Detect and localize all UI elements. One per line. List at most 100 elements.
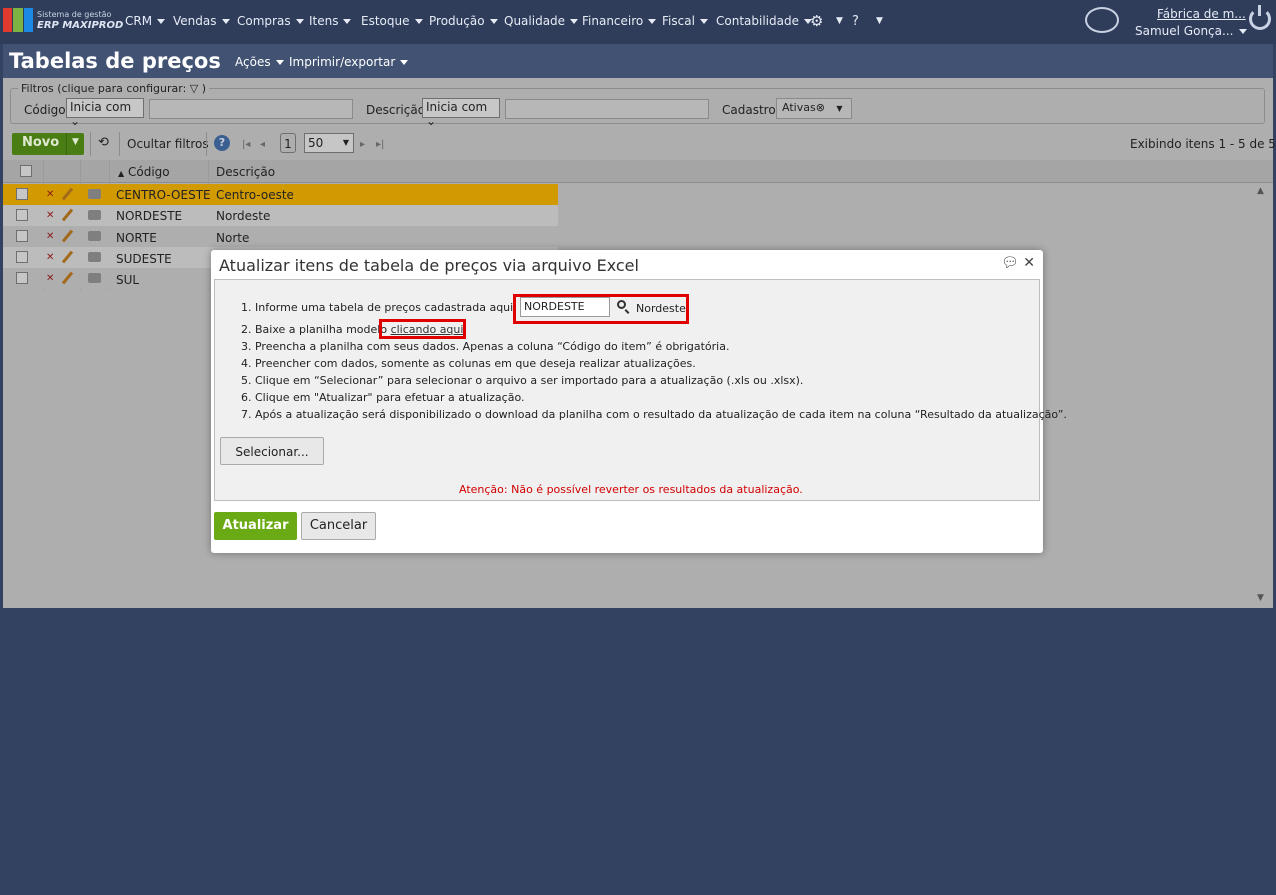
row-code: SUL (116, 273, 140, 287)
desc-filter-mode[interactable]: Inicia com ⌄ (422, 98, 500, 128)
top-navbar: Sistema de gestão ERP MAXIPROD CRM Venda… (0, 0, 1276, 44)
row-checkbox[interactable] (16, 272, 28, 284)
nav-contabilidade[interactable]: Contabilidade (716, 14, 812, 28)
desc-filter-input[interactable] (505, 99, 709, 119)
nav-fiscal[interactable]: Fiscal (662, 14, 708, 28)
step-4: 4. Preencher com dados, somente as colun… (241, 357, 696, 370)
prev-page-icon[interactable]: ◂ (260, 139, 265, 150)
actions-menu[interactable]: Ações (235, 55, 284, 69)
funnel-icon: ▽ (189, 82, 199, 95)
step-5: 5. Clique em “Selecionar” para seleciona… (241, 374, 804, 387)
row-desc: Centro-oeste (216, 188, 294, 202)
close-icon[interactable]: ✕ (1023, 255, 1035, 271)
power-icon[interactable] (1249, 5, 1271, 30)
comment-icon[interactable]: 💬︎ (1001, 255, 1019, 271)
chevron-down-icon: ⌄ (426, 114, 437, 128)
update-button[interactable]: Atualizar (214, 512, 297, 540)
table-row[interactable] (3, 205, 558, 226)
sort-asc-icon: ▲ (118, 169, 125, 178)
divider (206, 132, 207, 156)
nav-estoque[interactable]: Estoque (361, 14, 423, 28)
nav-vendas[interactable]: Vendas (173, 14, 230, 28)
row-code: NORDESTE (116, 209, 183, 223)
grid-header (3, 160, 1273, 183)
user-menu[interactable]: Samuel Gonça... (1135, 24, 1247, 38)
print-icon[interactable] (88, 273, 101, 283)
print-export-menu[interactable]: Imprimir/exportar (289, 55, 408, 69)
page-size-select[interactable]: 50 ▼ (304, 133, 354, 153)
new-button[interactable]: Novo ▼ (12, 133, 84, 155)
table-row[interactable] (3, 226, 558, 247)
page-number-input[interactable]: 1 (280, 133, 296, 153)
dialog-body: 1. Informe uma tabela de preços cadastra… (214, 279, 1067, 501)
cancel-button[interactable]: Cancelar (301, 512, 376, 540)
dialog-header-icons: 💬︎ ✕ (1001, 255, 1035, 271)
page-titlebar: Tabelas de preços Ações Imprimir/exporta… (3, 44, 1273, 78)
status-filter-label: Cadastro (722, 103, 776, 117)
col-desc-header[interactable]: Descrição (216, 165, 275, 179)
price-table-code-input[interactable]: NORDESTE (520, 297, 610, 317)
items-count: Exibindo itens 1 - 5 de 5 (1130, 137, 1276, 151)
help-dropdown-icon[interactable]: ▼ (876, 16, 883, 26)
step-7: 7. Após a atualização será disponibiliza… (241, 408, 1067, 421)
row-desc: Norte (216, 231, 250, 245)
row-checkbox[interactable] (16, 230, 28, 242)
maxiprod-logo[interactable] (3, 8, 33, 32)
row-code: SUDESTE (116, 252, 172, 266)
divider (90, 132, 91, 156)
print-icon[interactable] (88, 252, 101, 262)
row-checkbox[interactable] (16, 188, 28, 200)
search-icon[interactable] (617, 300, 626, 309)
nav-compras[interactable]: Compras (237, 14, 304, 28)
print-icon[interactable] (88, 231, 101, 241)
filters-legend[interactable]: Filtros (clique para configurar: ▽ ) (18, 82, 210, 95)
row-checkbox[interactable] (16, 209, 28, 221)
logo-text: Sistema de gestão ERP MAXIPROD (37, 10, 124, 31)
gear-dropdown-icon[interactable]: ▼ (836, 16, 843, 26)
first-page-icon[interactable]: |◂ (242, 139, 250, 150)
refresh-icon[interactable]: ⟲ (98, 135, 109, 150)
new-dropdown-icon[interactable]: ▼ (66, 133, 84, 155)
step-1: 1. Informe uma tabela de preços cadastra… (241, 301, 517, 314)
company-link[interactable]: Fábrica de m... (1157, 7, 1246, 21)
delete-icon[interactable]: ✕ (46, 210, 54, 221)
nav-itens[interactable]: Itens (309, 14, 351, 28)
nav-producao[interactable]: Produção (429, 14, 498, 28)
status-filter[interactable]: Ativas⊗ ▼ (776, 98, 852, 119)
print-icon[interactable] (88, 189, 101, 199)
desc-filter-label: Descrição (366, 103, 426, 117)
nav-crm[interactable]: CRM (125, 14, 165, 28)
next-page-icon[interactable]: ▸ (360, 139, 365, 150)
nav-qualidade[interactable]: Qualidade (504, 14, 578, 28)
code-filter-input[interactable] (149, 99, 353, 119)
chevron-down-icon[interactable]: ▼ (836, 104, 842, 113)
hide-filters-button[interactable]: Ocultar filtros (127, 137, 209, 151)
row-code: NORTE (116, 231, 157, 245)
select-all-checkbox[interactable] (20, 165, 32, 177)
remove-tag-icon[interactable]: ⊗ (816, 101, 825, 114)
delete-icon[interactable]: ✕ (46, 231, 54, 242)
scroll-down-icon[interactable]: ▼ (1257, 593, 1264, 603)
nav-financeiro[interactable]: Financeiro (582, 14, 656, 28)
chevron-down-icon: ▼ (342, 138, 349, 147)
last-page-icon[interactable]: ▸| (376, 139, 384, 150)
delete-icon[interactable]: ✕ (46, 189, 54, 200)
row-checkbox[interactable] (16, 251, 28, 263)
divider (119, 132, 120, 156)
warning-text: Atenção: Não é possível reverter os resu… (459, 483, 803, 496)
step-3: 3. Preencha a planilha com seus dados. A… (241, 340, 730, 353)
gear-icon[interactable]: ⚙ (810, 12, 823, 30)
col-code-header[interactable]: ▲ Código (118, 165, 170, 179)
chevron-down-icon: ⌄ (70, 114, 81, 128)
scroll-up-icon[interactable]: ▲ (1257, 186, 1264, 196)
code-filter-mode[interactable]: Inicia com ⌄ (66, 98, 144, 128)
help-icon[interactable]: ? (214, 135, 230, 151)
select-file-button[interactable]: Selecionar... (220, 437, 324, 465)
print-icon[interactable] (88, 210, 101, 220)
help-icon[interactable]: ? (852, 14, 859, 29)
delete-icon[interactable]: ✕ (46, 252, 54, 263)
delete-icon[interactable]: ✕ (46, 273, 54, 284)
dialog-title: Atualizar itens de tabela de preços via … (219, 256, 639, 275)
row-desc: Nordeste (216, 209, 271, 223)
chat-icon[interactable] (1085, 7, 1119, 33)
